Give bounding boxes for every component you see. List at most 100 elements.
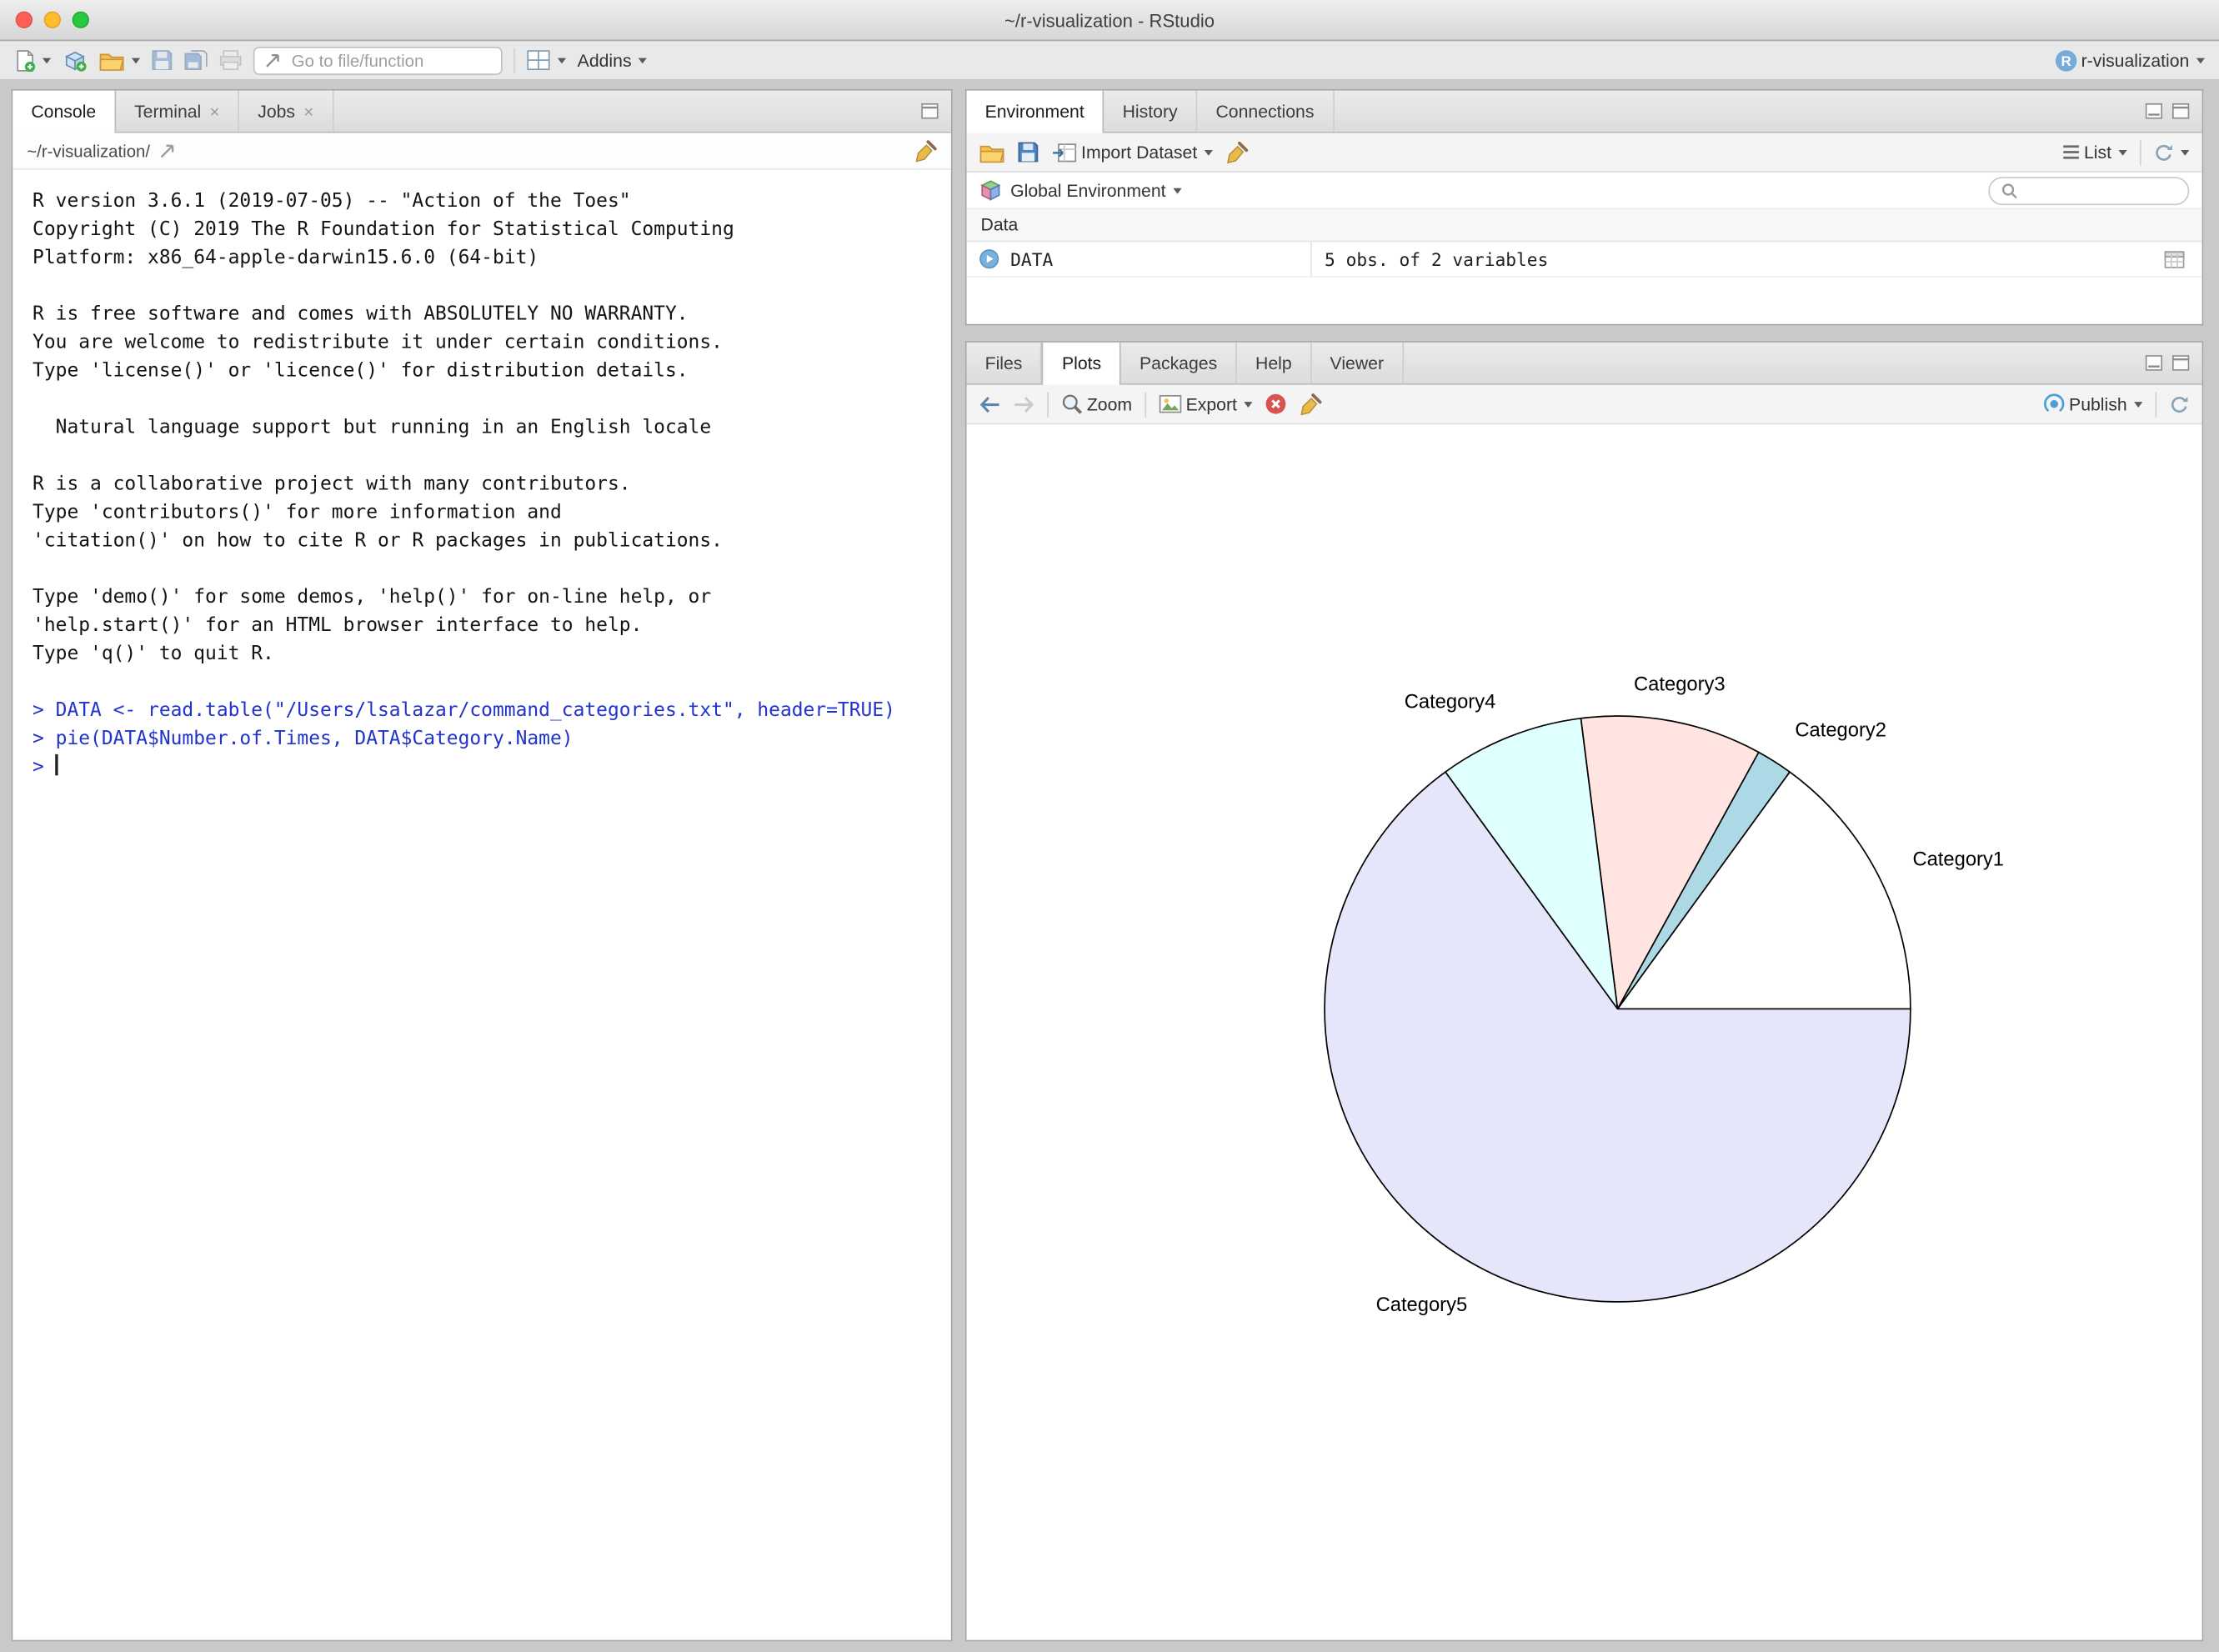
working-directory: ~/r-visualization/ bbox=[27, 141, 150, 161]
save-button[interactable] bbox=[152, 49, 173, 70]
pie-label-category1: Category1 bbox=[1912, 849, 2004, 871]
console-output-line: R version 3.6.1 (2019-07-05) -- "Action … bbox=[33, 187, 937, 215]
tab-label: Files bbox=[985, 353, 1023, 373]
maximize-pane-icon[interactable] bbox=[921, 103, 938, 119]
publish-icon bbox=[2043, 393, 2064, 414]
environment-scope-row: Global Environment bbox=[967, 173, 2202, 209]
console-output-line: Type 'contributors()' for more informati… bbox=[33, 498, 937, 527]
tab-label: Plots bbox=[1062, 353, 1101, 373]
load-workspace-button[interactable] bbox=[979, 143, 1005, 163]
tab-plots[interactable]: Plots bbox=[1042, 343, 1121, 385]
environment-scope-label: Global Environment bbox=[1010, 180, 1165, 200]
import-dataset-button[interactable]: Import Dataset bbox=[1051, 143, 1213, 163]
chevron-down-icon bbox=[43, 58, 51, 63]
object-summary: 5 obs. of 2 variables bbox=[1310, 242, 2202, 276]
console-output[interactable]: R version 3.6.1 (2019-07-05) -- "Action … bbox=[13, 170, 951, 1640]
goto-file-function-input[interactable] bbox=[288, 49, 491, 72]
tab-viewer[interactable]: Viewer bbox=[1311, 343, 1403, 383]
console-output-line: R is a collaborative project with many c… bbox=[33, 470, 937, 498]
close-window-button[interactable] bbox=[16, 12, 33, 28]
plots-toolbar: Zoom Export Publish bbox=[967, 385, 2202, 425]
export-plot-button[interactable]: Export bbox=[1159, 394, 1252, 414]
tab-connections[interactable]: Connections bbox=[1197, 91, 1334, 132]
tab-environment[interactable]: Environment bbox=[967, 91, 1104, 133]
text-cursor bbox=[56, 754, 58, 775]
save-all-button[interactable] bbox=[184, 49, 208, 70]
tab-terminal[interactable]: Terminal × bbox=[116, 91, 239, 132]
environment-pane: Environment History Connections bbox=[965, 89, 2203, 326]
console-prompt-line[interactable]: > bbox=[33, 753, 937, 781]
chevron-down-icon bbox=[1205, 149, 1213, 155]
tab-label: Connections bbox=[1215, 101, 1314, 121]
export-image-icon bbox=[1159, 395, 1181, 413]
toolbar-separator bbox=[1047, 391, 1049, 417]
console-output-line: 'help.start()' for an HTML browser inter… bbox=[33, 611, 937, 639]
traffic-lights bbox=[16, 12, 89, 28]
list-view-button[interactable]: List bbox=[2061, 143, 2127, 163]
addins-button[interactable]: Addins bbox=[578, 50, 648, 70]
console-output-line: Type 'q()' to quit R. bbox=[33, 639, 937, 668]
minimize-pane-icon[interactable] bbox=[2146, 355, 2162, 371]
toolbar-separator bbox=[1145, 391, 1146, 417]
console-prompt: > bbox=[33, 756, 56, 778]
save-workspace-button[interactable] bbox=[1018, 142, 1039, 163]
console-output-line: Platform: x86_64-apple-darwin15.6.0 (64-… bbox=[33, 243, 937, 272]
environment-search-input[interactable] bbox=[2025, 179, 2176, 202]
new-file-button[interactable] bbox=[14, 49, 51, 72]
minimize-window-button[interactable] bbox=[44, 12, 61, 28]
console-output-line: R is free software and comes with ABSOLU… bbox=[33, 300, 937, 328]
tab-label: Environment bbox=[985, 102, 1084, 122]
environment-scope-selector[interactable]: Global Environment bbox=[1010, 180, 1181, 200]
refresh-plot-button[interactable] bbox=[2170, 394, 2190, 414]
chevron-down-icon bbox=[558, 58, 566, 63]
maximize-pane-icon[interactable] bbox=[2172, 355, 2189, 371]
new-project-icon bbox=[63, 49, 88, 72]
chevron-down-icon bbox=[2134, 401, 2142, 407]
pie-label-category4: Category4 bbox=[1405, 691, 1496, 713]
tab-help[interactable]: Help bbox=[1237, 343, 1312, 383]
popout-console-icon[interactable] bbox=[160, 143, 176, 158]
goto-file-function-box bbox=[253, 46, 503, 74]
tab-packages[interactable]: Packages bbox=[1121, 343, 1237, 383]
tab-label: Terminal bbox=[134, 101, 201, 121]
tab-history[interactable]: History bbox=[1104, 91, 1198, 132]
environment-object-row[interactable]: DATA 5 obs. of 2 variables bbox=[967, 242, 2202, 277]
console-output-line: Copyright (C) 2019 The R Foundation for … bbox=[33, 215, 937, 243]
print-button[interactable] bbox=[219, 49, 242, 70]
open-file-button[interactable] bbox=[99, 50, 140, 70]
publish-label: Publish bbox=[2069, 394, 2127, 414]
tab-label: Console bbox=[31, 102, 96, 122]
next-plot-button[interactable] bbox=[1014, 396, 1034, 413]
project-menu-button[interactable]: R r-visualization bbox=[2054, 49, 2205, 72]
maximize-pane-icon[interactable] bbox=[2172, 103, 2189, 119]
view-data-grid-icon[interactable] bbox=[2164, 250, 2185, 268]
clear-environment-button[interactable] bbox=[1225, 141, 1248, 163]
close-tab-icon[interactable]: × bbox=[209, 103, 219, 119]
open-folder-icon bbox=[99, 50, 125, 70]
console-output-line: Natural language support but running in … bbox=[33, 413, 937, 442]
tab-files[interactable]: Files bbox=[967, 343, 1043, 383]
clear-console-button[interactable] bbox=[914, 139, 937, 162]
publish-button[interactable]: Publish bbox=[2043, 393, 2142, 414]
plots-tabbar: Files Plots Packages Help Viewer bbox=[967, 343, 2202, 385]
expand-object-icon[interactable] bbox=[979, 249, 999, 269]
clear-all-plots-button[interactable] bbox=[1300, 393, 1322, 415]
plot-canvas: Category1Category2Category3Category4Cate… bbox=[967, 424, 2202, 1639]
console-command-line: > pie(DATA$Number.of.Times, DATA$Categor… bbox=[33, 724, 937, 753]
previous-plot-button[interactable] bbox=[979, 396, 1000, 413]
remove-plot-button[interactable] bbox=[1265, 393, 1286, 414]
tab-jobs[interactable]: Jobs × bbox=[239, 91, 333, 132]
new-project-button[interactable] bbox=[63, 49, 88, 72]
close-tab-icon[interactable]: × bbox=[303, 103, 313, 119]
magnifier-icon bbox=[1061, 393, 1082, 414]
minimize-pane-icon[interactable] bbox=[2146, 103, 2162, 119]
chevron-down-icon bbox=[639, 58, 647, 63]
fullscreen-window-button[interactable] bbox=[73, 12, 89, 28]
zoom-plot-button[interactable]: Zoom bbox=[1061, 393, 1132, 414]
section-label: Data bbox=[981, 215, 1019, 235]
tab-console[interactable]: Console bbox=[13, 91, 116, 133]
refresh-environment-button[interactable] bbox=[2154, 143, 2189, 163]
environment-search-box bbox=[1988, 176, 2189, 204]
pane-layout-button[interactable] bbox=[527, 49, 567, 70]
svg-text:R: R bbox=[2061, 53, 2071, 68]
